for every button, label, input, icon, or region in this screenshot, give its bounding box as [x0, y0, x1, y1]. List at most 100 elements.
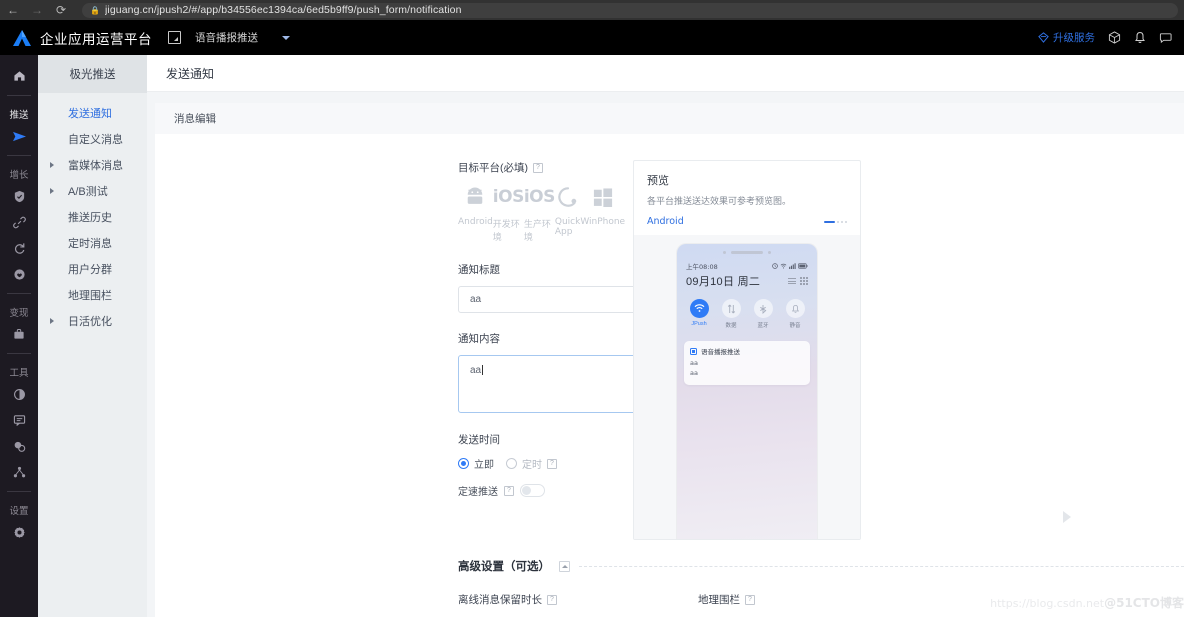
camera-dot [723, 251, 726, 254]
help-icon[interactable]: ? [547, 458, 557, 469]
radio-dot [506, 458, 517, 469]
notification-title-value: aa [470, 294, 482, 305]
contrast-icon[interactable] [4, 381, 34, 407]
notification-header: 语音播报推送 [690, 346, 804, 356]
preview-stage: 上午08:08 09月10日 周二 JPush 数据 蓝牙 静音 语音播报推送 … [634, 235, 860, 539]
reload-icon[interactable]: ⟳ [54, 3, 68, 17]
platform-android[interactable]: Android [458, 184, 493, 243]
platform-ios-prod[interactable]: iOS 生产环境 [523, 184, 556, 243]
toggle-silent[interactable]: 静音 [781, 299, 809, 329]
help-icon[interactable]: ? [533, 162, 543, 173]
share-nodes-icon[interactable] [4, 459, 34, 485]
platform-winphone[interactable]: WinPhone [580, 184, 625, 243]
preview-title: 预览 [647, 175, 669, 187]
card-header: 消息编辑 [155, 103, 1184, 134]
app-shell: 推送 增长 变现 工具 设置 极光推送 发送通知 自定义消息 富媒体消息 A/B… [0, 55, 1184, 617]
app-switch-icon[interactable] [168, 31, 181, 44]
forward-arrow-icon[interactable]: → [30, 3, 44, 17]
data-icon [721, 299, 741, 318]
rate-push-row: 定速推送 ? [458, 483, 615, 498]
sidebar: 极光推送 发送通知 自定义消息 富媒体消息 A/B测试 推送历史 定时消息 用户… [38, 55, 147, 617]
sidebar-item-send-notification[interactable]: 发送通知 [38, 100, 147, 126]
send-plane-icon[interactable] [4, 123, 34, 149]
status-time: 上午08:08 [686, 263, 718, 271]
sidebar-item-scheduled-message[interactable]: 定时消息 [38, 230, 147, 256]
rail-label-monetize: 变现 [9, 308, 29, 319]
sidebar-item-custom-message[interactable]: 自定义消息 [38, 126, 147, 152]
chevron-right-icon[interactable] [1063, 511, 1071, 523]
send-time-label: 发送时间 [458, 434, 500, 446]
sidebar-item-label: 富媒体消息 [68, 160, 123, 172]
rail-divider [7, 95, 31, 96]
content-label: 通知内容 [458, 333, 500, 345]
upgrade-label: 升级服务 [1053, 32, 1095, 44]
phone-date-row: 09月10日 周二 [677, 271, 817, 289]
platform-name: 生产环境 [523, 220, 551, 243]
chevron-down-icon[interactable] [282, 35, 290, 40]
list-view-icon[interactable] [788, 278, 796, 284]
platform-ios-dev[interactable]: iOS 开发环境 [492, 184, 525, 243]
bubbles-icon[interactable] [4, 433, 34, 459]
platform-name: Android [458, 217, 493, 227]
radio-send-now[interactable]: 立即 [458, 456, 494, 471]
bell-icon[interactable] [1134, 31, 1146, 44]
back-arrow-icon[interactable]: ← [6, 3, 20, 17]
sidebar-item-geofence[interactable]: 地理围栏 [38, 282, 147, 308]
help-icon[interactable]: ? [745, 594, 755, 605]
topbar-actions: 升级服务 [1038, 30, 1172, 45]
toggle-bluetooth[interactable]: 蓝牙 [749, 299, 777, 329]
rail-divider [7, 155, 31, 156]
icon-rail: 推送 增长 变现 工具 设置 [0, 55, 38, 617]
upgrade-service-button[interactable]: 升级服务 [1038, 30, 1095, 45]
toggle-data[interactable]: 数据 [717, 299, 745, 329]
geofence-label-row: 地理围栏 ? [698, 592, 938, 607]
send-time-radio-group: 立即 定时 ? [458, 456, 615, 471]
card-body: 目标平台(必填) ? Android iOS 开发环境 iOS 生产环境 Qui… [155, 134, 1184, 558]
phone-status-bar: 上午08:08 [677, 258, 817, 271]
sidebar-item-ab-test[interactable]: A/B测试 [38, 178, 147, 204]
phone-date-icons [788, 277, 808, 285]
platform-quickapp[interactable]: Quick App [555, 184, 580, 243]
advanced-header[interactable]: 高级设置（可选） [458, 558, 1184, 574]
preview-tab-android[interactable]: Android [647, 216, 684, 227]
sidebar-item-rich-media[interactable]: 富媒体消息 [38, 152, 147, 178]
rate-push-toggle[interactable] [520, 484, 545, 497]
radio-dot-selected [458, 458, 469, 469]
platform-label: 目标平台(必填) [458, 162, 528, 174]
refresh-icon[interactable] [4, 235, 34, 261]
toggle-jpush[interactable]: JPush [685, 299, 713, 329]
help-icon[interactable]: ? [547, 594, 557, 605]
sidebar-menu: 发送通知 自定义消息 富媒体消息 A/B测试 推送历史 定时消息 用户分群 地理… [38, 93, 147, 334]
quick-toggles: JPush 数据 蓝牙 静音 [677, 289, 817, 337]
geofence-label: 地理围栏 [698, 594, 740, 606]
cube-help-icon[interactable] [1108, 31, 1121, 44]
address-bar[interactable]: 🔒 jiguang.cn/jpush2/#/app/b34556ec1394ca… [82, 2, 1178, 18]
grid-view-icon[interactable] [800, 277, 808, 285]
link-icon[interactable] [4, 209, 34, 235]
sidebar-item-user-segments[interactable]: 用户分群 [38, 256, 147, 282]
diamond-icon [1038, 32, 1049, 43]
pagination-dot [845, 220, 847, 223]
quickapp-icon [557, 184, 579, 210]
preview-notification-card: 语音播报推送 aa aa [684, 341, 810, 385]
toggle-name: 蓝牙 [757, 323, 769, 329]
sidebar-item-label: 地理围栏 [68, 290, 112, 302]
message-icon[interactable] [4, 407, 34, 433]
chat-bubble-icon[interactable] [1159, 32, 1172, 44]
notification-form: 目标平台(必填) ? Android iOS 开发环境 iOS 生产环境 Qui… [155, 160, 697, 558]
platform-name: 开发环境 [492, 220, 520, 243]
briefcase-icon[interactable] [4, 321, 34, 347]
home-icon[interactable] [4, 63, 34, 89]
app-selector-label[interactable]: 语音播报推送 [195, 30, 258, 45]
gear-icon[interactable] [4, 519, 34, 545]
sidebar-item-push-history[interactable]: 推送历史 [38, 204, 147, 230]
bell-mute-icon [785, 299, 805, 318]
radio-send-scheduled[interactable]: 定时 ? [506, 456, 557, 471]
wifi-icon [780, 263, 787, 269]
rail-group-monetize: 变现 [0, 300, 38, 347]
shield-check-icon[interactable] [4, 183, 34, 209]
sidebar-item-dau-optimize[interactable]: 日活优化 [38, 308, 147, 334]
chevron-up-icon[interactable] [559, 560, 570, 572]
heart-globe-icon[interactable] [4, 261, 34, 287]
help-icon[interactable]: ? [504, 485, 514, 496]
